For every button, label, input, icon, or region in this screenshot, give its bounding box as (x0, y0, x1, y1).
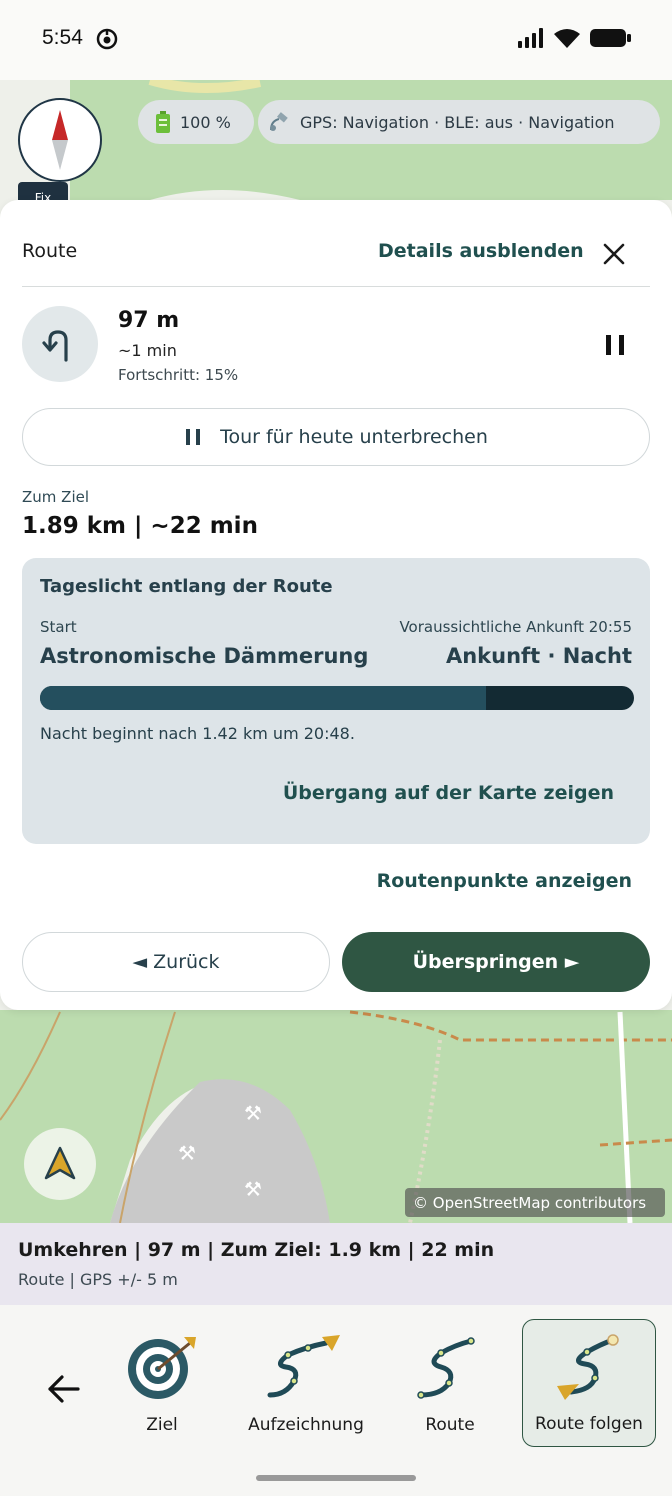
battery-level: 100 % (180, 112, 231, 132)
wifi-icon (554, 29, 580, 48)
tool-target-label: Ziel (146, 1415, 178, 1435)
route-panel: Route Details ausblenden 97 m ~1 min For… (0, 200, 672, 1010)
summary-sub: Route | GPS +/- 5 m (18, 1270, 178, 1289)
svg-text:⚒: ⚒ (244, 1177, 262, 1201)
svg-text:⚒: ⚒ (244, 1101, 262, 1125)
navigation-summary: Umkehren | 97 m | Zum Ziel: 1.9 km | 22 … (0, 1223, 672, 1305)
goal-label: Zum Ziel (22, 488, 90, 506)
svg-text:⚒: ⚒ (178, 1141, 196, 1165)
skip-button[interactable]: Überspringen ► (342, 932, 650, 992)
battery-status-icon (590, 29, 631, 47)
arrow-left-icon (48, 1375, 80, 1403)
bottom-toolbar: Ziel Aufzeichnung Route Route folgen (0, 1305, 672, 1496)
u-turn-icon (42, 330, 68, 362)
route-progress: Fortschritt: 15% (118, 366, 239, 384)
follow-route-icon (557, 1334, 619, 1400)
show-waypoints-link[interactable]: Routenpunkte anzeigen (377, 870, 632, 892)
target-icon (128, 1337, 196, 1399)
turn-indicator (22, 306, 98, 382)
summary-main: Umkehren | 97 m | Zum Ziel: 1.9 km | 22 … (18, 1239, 495, 1261)
daylight-arrival-value: Ankunft · Nacht (445, 644, 632, 668)
pause-tour-button[interactable]: Tour für heute unterbrechen (22, 408, 650, 466)
navigation-arrow-icon (44, 1146, 76, 1180)
tool-recording[interactable]: Aufzeichnung (238, 1319, 374, 1447)
status-indicators (518, 28, 632, 48)
divider (22, 286, 650, 287)
compass-needle-icon (52, 110, 68, 170)
tool-target[interactable]: Ziel (94, 1319, 230, 1447)
status-bar: 5:54 (0, 0, 672, 80)
pause-icon (186, 429, 201, 445)
daylight-card: Tageslicht entlang der Route Start Vorau… (22, 558, 650, 844)
home-indicator[interactable] (256, 1475, 416, 1481)
tool-follow-route-label: Route folgen (535, 1414, 643, 1434)
daylight-arrival-label: Voraussichtliche Ankunft 20:55 (399, 618, 632, 636)
turn-time: ~1 min (118, 341, 177, 360)
gps-status-text: GPS: Navigation · BLE: aus · Navigation (300, 112, 615, 132)
back-arrow-button[interactable] (36, 1361, 92, 1417)
turn-distance: 97 m (118, 308, 180, 333)
tool-follow-route[interactable]: Route folgen (522, 1319, 656, 1447)
gps-status-chip[interactable]: GPS: Navigation · BLE: aus · Navigation (258, 100, 660, 144)
daylight-start-value: Astronomische Dämmerung (40, 644, 369, 668)
compass-button[interactable] (18, 98, 102, 182)
daylight-start-label: Start (40, 618, 77, 636)
back-button[interactable]: ◄ Zurück (22, 932, 330, 992)
pause-tour-label: Tour für heute unterbrechen (220, 426, 488, 448)
focus-mode-icon (96, 28, 118, 50)
tool-route-label: Route (425, 1415, 475, 1435)
close-icon[interactable] (596, 236, 632, 272)
daylight-note: Nacht beginnt nach 1.42 km um 20:48. (40, 724, 355, 743)
satellite-icon (270, 112, 288, 131)
route-path-icon (417, 1337, 475, 1399)
show-transition-link[interactable]: Übergang auf der Karte zeigen (283, 782, 614, 804)
battery-chip: 100 % (138, 100, 254, 144)
tool-route[interactable]: Route (382, 1319, 518, 1447)
signal-icon (518, 28, 543, 48)
battery-icon (156, 111, 170, 133)
route-panel-title: Route (22, 240, 78, 262)
recording-path-icon (267, 1335, 340, 1398)
status-time: 5:54 (42, 26, 83, 49)
daylight-bar-fill (40, 686, 487, 710)
goal-distance-time: 1.89 km | ~22 min (22, 513, 258, 539)
map-attribution[interactable]: © OpenStreetMap contributors (405, 1188, 665, 1217)
hide-details-button[interactable]: Details ausblenden (378, 240, 584, 262)
tool-recording-label: Aufzeichnung (248, 1415, 364, 1435)
pause-icon[interactable] (600, 330, 630, 360)
my-location-button[interactable] (24, 1128, 96, 1200)
daylight-bar (40, 686, 634, 710)
daylight-title: Tageslicht entlang der Route (40, 576, 333, 597)
